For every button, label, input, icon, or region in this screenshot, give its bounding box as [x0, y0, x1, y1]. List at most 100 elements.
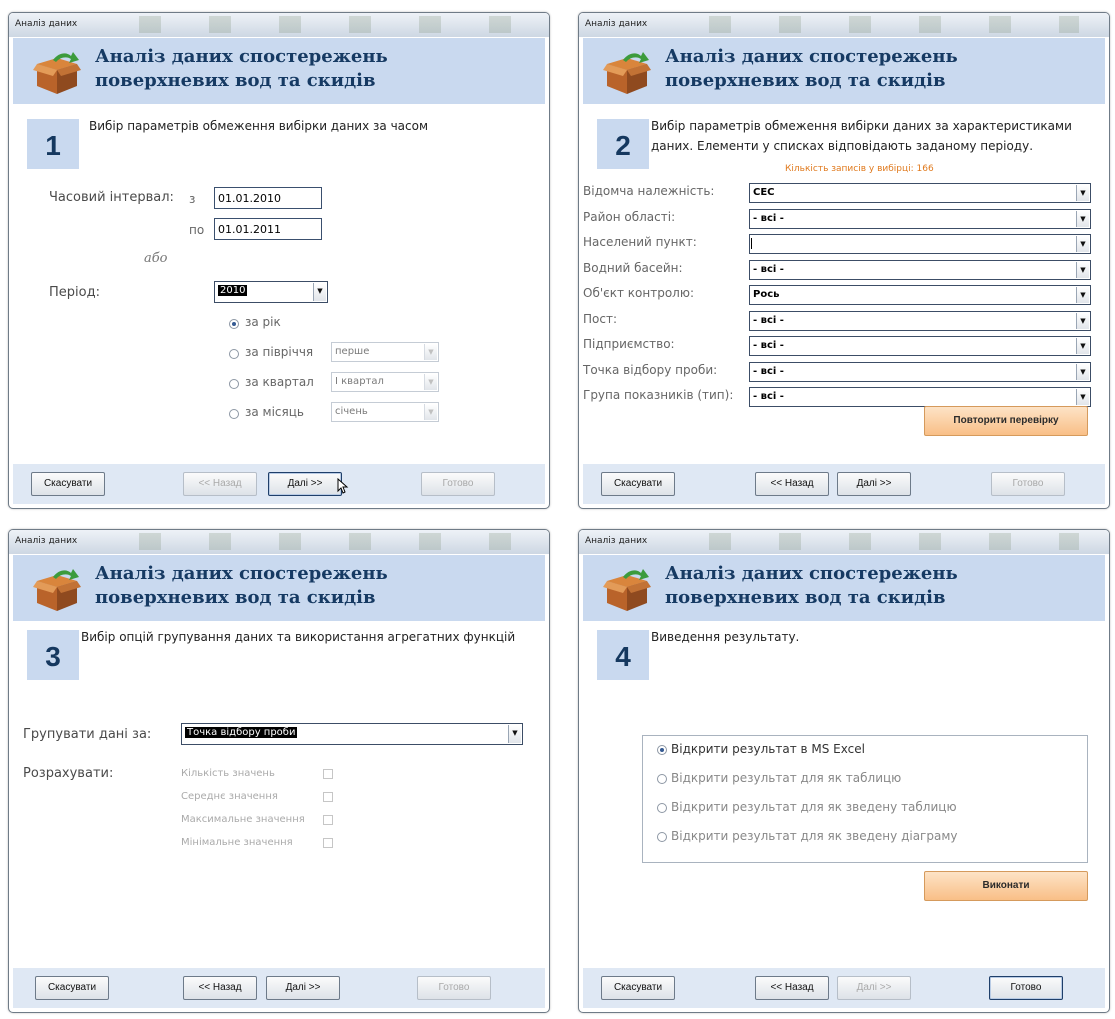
radio-month[interactable]	[229, 409, 239, 419]
step-description-line1: Вибір параметрів обмеження вибірки даних…	[651, 119, 1072, 133]
chevron-down-icon[interactable]: ▼	[313, 283, 326, 301]
filter-select[interactable]: - всі - ▼	[749, 208, 1091, 229]
filter-select-value: - всі -	[753, 263, 784, 275]
wizard-window-step3: Аналіз даних Аналіз даних спостережень п…	[8, 529, 550, 1013]
title-bar: Аналіз даних	[579, 13, 1109, 37]
half-year-select-value: перше	[335, 346, 370, 357]
or-label: або	[144, 251, 168, 266]
title-bar-decoration	[109, 16, 519, 33]
wizard-title-line1: Аналіз даних спостережень	[665, 46, 958, 67]
filter-select-value: CEC	[753, 187, 775, 198]
finish-button[interactable]: Готово	[421, 472, 495, 496]
chevron-down-icon[interactable]: ▼	[1076, 236, 1089, 252]
cancel-button[interactable]: Скасувати	[601, 472, 675, 496]
filter-select-value: - всі -	[753, 212, 784, 224]
chevron-down-icon[interactable]: ▼	[1076, 185, 1089, 201]
month-select[interactable]: січень ▼	[331, 402, 439, 422]
output-option-label: Відкрити результат для як зведену діагра…	[671, 829, 958, 843]
title-bar: Аналіз даних	[9, 13, 549, 37]
step-number: 1	[27, 119, 79, 169]
filter-select[interactable]: CEC ▼	[749, 183, 1091, 203]
wizard-footer: Скасувати << Назад Далі >> Готово	[13, 464, 545, 504]
chevron-down-icon[interactable]: ▼	[1076, 312, 1089, 329]
box-icon	[33, 50, 81, 96]
wizard-title: Аналіз даних спостережень поверхневих во…	[665, 45, 958, 93]
radio-quarter[interactable]	[229, 379, 239, 389]
output-option-radio[interactable]	[657, 803, 667, 813]
period-label: Період:	[49, 285, 100, 300]
back-button[interactable]: << Назад	[183, 976, 257, 1000]
to-label: по	[189, 223, 205, 237]
output-option-radio[interactable]	[657, 774, 667, 784]
wizard-header: Аналіз даних спостережень поверхневих во…	[13, 555, 545, 621]
chevron-down-icon[interactable]: ▼	[1076, 338, 1089, 354]
cancel-button[interactable]: Скасувати	[601, 976, 675, 1000]
group-by-select[interactable]: Точка відбору проби ▼	[181, 723, 523, 745]
filter-select[interactable]: ▼	[749, 234, 1091, 254]
filter-label: Водний басейн:	[583, 260, 683, 275]
chevron-down-icon[interactable]: ▼	[1076, 363, 1089, 380]
step-description: Вибір параметрів обмеження вибірки даних…	[89, 119, 429, 133]
filter-label: Пост:	[583, 311, 617, 326]
record-count: Кількість записів у вибірці: 166	[785, 164, 934, 174]
chevron-down-icon[interactable]: ▼	[1076, 287, 1089, 303]
filter-select[interactable]: - всі - ▼	[749, 336, 1091, 356]
finish-button[interactable]: Готово	[989, 976, 1063, 1000]
title-bar-decoration	[679, 16, 1079, 33]
recheck-button[interactable]: Повторити перевірку	[924, 406, 1088, 436]
half-year-select[interactable]: перше ▼	[331, 342, 439, 362]
output-option-radio[interactable]	[657, 832, 667, 842]
filter-select-value: Рось	[753, 289, 780, 300]
filter-select[interactable]: Рось ▼	[749, 285, 1091, 305]
chevron-down-icon[interactable]: ▼	[1076, 389, 1089, 405]
next-button[interactable]: Далі >>	[837, 976, 911, 1000]
aggregate-option-checkbox[interactable]	[323, 792, 333, 802]
execute-button[interactable]: Виконати	[924, 871, 1088, 901]
filter-label: Відомча належність:	[583, 184, 715, 198]
next-button[interactable]: Далі >>	[837, 472, 911, 496]
wizard-header: Аналіз даних спостережень поверхневих во…	[13, 38, 545, 104]
period-select[interactable]: 2010 ▼	[214, 281, 328, 303]
chevron-down-icon[interactable]: ▼	[424, 404, 437, 420]
chevron-down-icon[interactable]: ▼	[1076, 210, 1089, 227]
quarter-select[interactable]: І квартал ▼	[331, 372, 439, 392]
filter-select[interactable]: - всі - ▼	[749, 387, 1091, 407]
wizard-title-line1: Аналіз даних спостережень	[665, 563, 958, 584]
back-button[interactable]: << Назад	[183, 472, 257, 496]
back-button[interactable]: << Назад	[755, 976, 829, 1000]
window-title: Аналіз даних	[15, 536, 78, 546]
title-bar: Аналіз даних	[579, 530, 1109, 554]
step-description: Вибір параметрів обмеження вибірки даних…	[651, 116, 1072, 156]
filter-select[interactable]: - всі - ▼	[749, 310, 1091, 331]
radio-half-year[interactable]	[229, 349, 239, 359]
box-icon	[603, 567, 651, 613]
chevron-down-icon[interactable]: ▼	[424, 344, 437, 360]
output-option-radio[interactable]	[657, 745, 667, 755]
radio-month-label: за місяць	[245, 405, 304, 419]
chevron-down-icon[interactable]: ▼	[424, 374, 437, 390]
filter-label: Підприємство:	[583, 337, 675, 351]
date-to-input[interactable]: 01.01.2011	[214, 218, 322, 240]
box-icon	[33, 567, 81, 613]
aggregate-option-checkbox[interactable]	[323, 815, 333, 825]
radio-year[interactable]	[229, 319, 239, 329]
chevron-down-icon[interactable]: ▼	[508, 725, 521, 743]
chevron-down-icon[interactable]: ▼	[1076, 261, 1089, 278]
finish-button[interactable]: Готово	[991, 472, 1065, 496]
aggregate-option-checkbox[interactable]	[323, 769, 333, 779]
filter-select[interactable]: - всі - ▼	[749, 259, 1091, 280]
finish-button[interactable]: Готово	[417, 976, 491, 1000]
date-from-input[interactable]: 01.01.2010	[214, 187, 322, 209]
cancel-button[interactable]: Скасувати	[35, 976, 109, 1000]
filter-select[interactable]: - всі - ▼	[749, 361, 1091, 382]
cancel-button[interactable]: Скасувати	[31, 472, 105, 496]
back-button[interactable]: << Назад	[755, 472, 829, 496]
filter-select-value: - всі -	[753, 391, 784, 402]
aggregate-option-checkbox[interactable]	[323, 838, 333, 848]
output-option-label: Відкрити результат для як зведену таблиц…	[671, 800, 957, 814]
step-number: 4	[597, 630, 649, 680]
wizard-footer: Скасувати << Назад Далі >> Готово	[13, 968, 545, 1008]
next-button[interactable]: Далі >>	[268, 472, 342, 496]
wizard-title-line2: поверхневих вод та скидів	[665, 70, 946, 91]
next-button[interactable]: Далі >>	[266, 976, 340, 1000]
